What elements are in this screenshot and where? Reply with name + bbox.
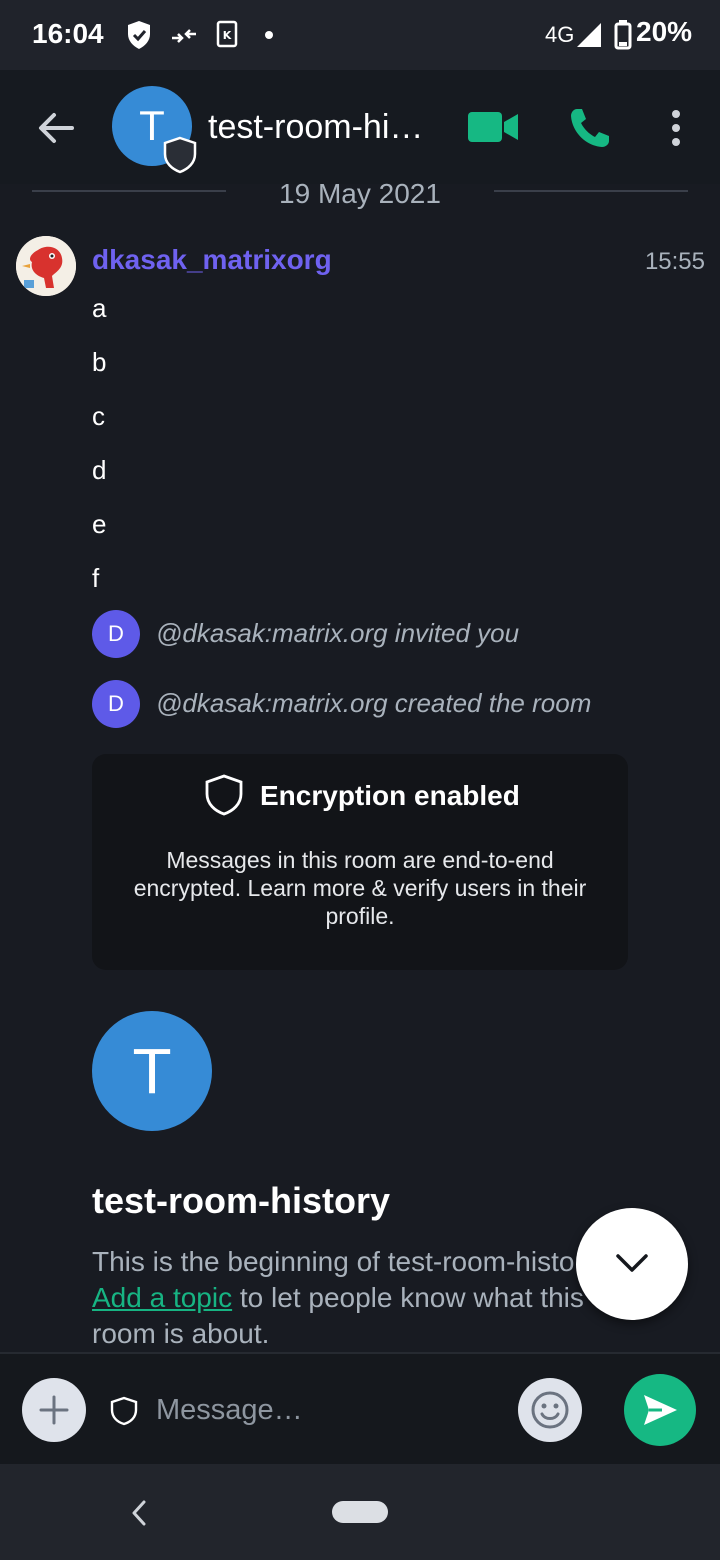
- scroll-to-bottom-button[interactable]: [576, 1208, 688, 1320]
- encryption-shield-icon: [110, 1396, 138, 1426]
- intro-text-start: This is the beginning of test-room-histo…: [92, 1246, 604, 1277]
- room-header: T test-room-history: [0, 70, 720, 184]
- nav-back-icon[interactable]: [128, 1498, 150, 1528]
- dot-icon: [265, 31, 273, 39]
- message-timestamp: 15:55: [644, 248, 705, 275]
- phone-icon[interactable]: [568, 106, 612, 150]
- send-icon: [644, 1395, 677, 1425]
- room-intro-avatar[interactable]: T: [92, 1011, 212, 1131]
- home-pill[interactable]: [332, 1501, 388, 1523]
- event-text: @dkasak:matrix.org created the room: [156, 688, 592, 718]
- data-saver-icon: [172, 29, 196, 43]
- svg-text:K: K: [223, 29, 232, 42]
- more-options-icon[interactable]: [662, 106, 690, 150]
- room-intro-description: This is the beginning of test-room-histo…: [92, 1244, 652, 1352]
- sender-name[interactable]: dkasak_matrixorg: [92, 244, 332, 276]
- status-time: 16:04: [32, 18, 104, 49]
- room-title[interactable]: test-room-history: [208, 108, 433, 147]
- sender-avatar-image: [16, 236, 76, 296]
- encryption-description: Messages in this room are end-to-end enc…: [133, 847, 587, 929]
- message-input[interactable]: [156, 1388, 496, 1432]
- back-arrow-icon[interactable]: [36, 108, 76, 148]
- emoji-button[interactable]: [518, 1378, 582, 1442]
- date-label: 19 May 2021: [279, 178, 441, 209]
- shield-icon: [128, 21, 150, 49]
- event-avatar: D: [92, 680, 140, 728]
- message-line[interactable]: e: [92, 509, 106, 540]
- message-line[interactable]: f: [92, 563, 99, 594]
- plus-icon: [39, 1395, 69, 1425]
- event-avatar: D: [92, 610, 140, 658]
- signal-icon: [577, 23, 601, 47]
- shield-icon: [205, 774, 243, 816]
- message-line[interactable]: c: [92, 401, 105, 432]
- sender-avatar[interactable]: [16, 236, 76, 296]
- chevron-down-icon: [616, 1254, 648, 1272]
- event-text: @dkasak:matrix.org invited you: [156, 618, 520, 648]
- add-topic-link[interactable]: Add a topic: [92, 1282, 232, 1313]
- attach-button[interactable]: [22, 1378, 86, 1442]
- video-call-icon[interactable]: [466, 110, 520, 144]
- send-button[interactable]: [624, 1374, 696, 1446]
- network-type: 4G: [545, 22, 575, 47]
- emoji-icon: [531, 1391, 569, 1429]
- message-line[interactable]: b: [92, 347, 106, 378]
- encryption-title: Encryption enabled: [260, 780, 520, 811]
- date-separator: 19 May 2021: [0, 176, 720, 212]
- app-notification-icon: K: [216, 20, 238, 48]
- message-composer: [0, 1352, 720, 1464]
- battery-icon: [614, 20, 632, 50]
- room-shield-icon: [163, 136, 197, 174]
- battery-percent: 20%: [636, 16, 693, 47]
- message-line[interactable]: a: [92, 293, 106, 324]
- room-intro-title: test-room-history: [92, 1180, 391, 1221]
- encryption-notice[interactable]: Encryption enabled Messages in this room…: [92, 754, 628, 970]
- status-bar: 16:04 K 4G 20%: [0, 0, 720, 70]
- message-line[interactable]: d: [92, 455, 106, 486]
